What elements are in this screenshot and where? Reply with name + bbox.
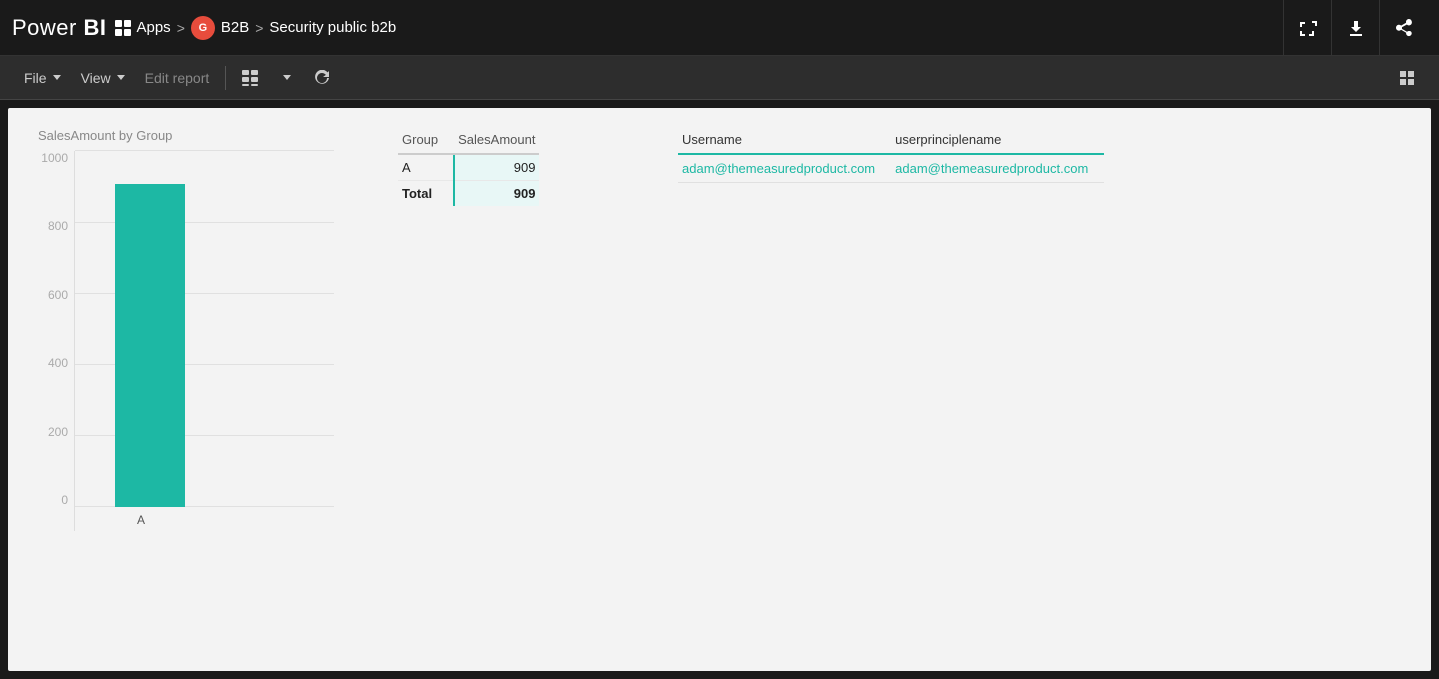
gridline-200 [75,435,334,436]
apps-label: Apps [136,19,170,36]
total-row: Total 909 [398,181,539,207]
user-table-section: Username userprinciplename adam@themeasu… [678,128,1104,651]
breadcrumb-b2b[interactable]: G B2B [191,16,249,40]
app-logo: Power BI [12,15,106,41]
sales-table: Group SalesAmount A 909 Total 909 [398,128,539,206]
user-table: Username userprinciplename adam@themeasu… [678,128,1104,183]
col-group-header: Group [398,128,454,154]
col-amount-header: SalesAmount [454,128,539,154]
sales-table-header-row: Group SalesAmount [398,128,539,154]
total-value-cell: 909 [454,181,539,207]
group-cell: A [398,154,454,181]
y-label-200: 200 [38,425,74,439]
chart-area: 0 200 400 600 800 1000 A [38,151,338,531]
main-content: SalesAmount by Group 0 200 400 600 800 1… [8,108,1431,671]
report-view-button[interactable] [234,62,266,94]
gridline-600 [75,293,334,294]
top-bar-right [1283,0,1427,56]
y-label-400: 400 [38,356,74,370]
file-chevron-icon [53,75,61,80]
download-button[interactable] [1331,0,1379,56]
view-label: View [81,70,111,86]
view-menu[interactable]: View [73,62,133,94]
chart-title: SalesAmount by Group [38,128,338,143]
username-cell: adam@themeasuredproduct.com [678,154,891,183]
share-button[interactable] [1379,0,1427,56]
toolbar-separator [225,66,226,90]
user-table-header-row: Username userprinciplename [678,128,1104,154]
apps-grid-icon [114,19,132,37]
top-bar: Power BI Apps > G B2B > [0,0,1439,56]
gridline-800 [75,222,334,223]
bar-a[interactable] [115,184,185,507]
toolbar-right [1391,62,1423,94]
breadcrumb-page: Security public b2b [269,19,396,36]
breadcrumb: Apps > G B2B > Security public b2b [114,16,396,40]
gridline-0 [75,506,334,507]
y-label-600: 600 [38,288,74,302]
chart-plot: A [74,151,334,531]
y-label-800: 800 [38,219,74,233]
view-chevron-icon [117,75,125,80]
table-row: adam@themeasuredproduct.com adam@themeas… [678,154,1104,183]
table-row: A 909 [398,154,539,181]
total-label-cell: Total [398,181,454,207]
y-label-1000: 1000 [38,151,74,165]
expand-button[interactable] [1283,0,1331,56]
sales-table-section: Group SalesAmount A 909 Total 909 [398,128,618,651]
toolbar: File View Edit report [0,56,1439,100]
b2b-icon: G [191,16,215,40]
file-label: File [24,70,47,86]
dropdown-button[interactable] [270,62,302,94]
edit-report-button[interactable]: Edit report [137,66,218,90]
col-upn-header: userprinciplename [891,128,1104,154]
breadcrumb-sep-1: > [177,20,185,36]
col-username-header: Username [678,128,891,154]
chart-section: SalesAmount by Group 0 200 400 600 800 1… [38,128,338,651]
file-menu[interactable]: File [16,62,69,94]
toolbar-chevron-icon [283,75,291,80]
y-axis: 0 200 400 600 800 1000 [38,151,74,531]
breadcrumb-sep-2: > [255,20,263,36]
b2b-label: B2B [221,19,249,36]
layout-button[interactable] [1391,62,1423,94]
x-axis-label-a: A [137,513,145,527]
breadcrumb-apps[interactable]: Apps [114,19,170,37]
refresh-button[interactable] [306,62,338,94]
upn-cell: adam@themeasuredproduct.com [891,154,1104,183]
gridline-400 [75,364,334,365]
amount-cell: 909 [454,154,539,181]
top-bar-left: Power BI Apps > G B2B > [12,15,396,41]
gridline-1000 [75,150,334,151]
y-label-0: 0 [38,493,74,507]
